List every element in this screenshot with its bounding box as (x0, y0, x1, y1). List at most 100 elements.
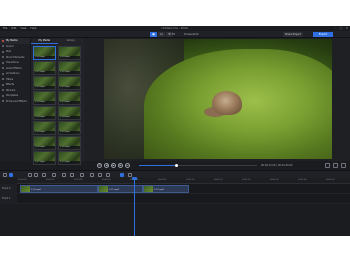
media-thumbnail[interactable]: 1-13.mp4 (33, 91, 56, 105)
thumbnail-caption: 1-14.mp4 (34, 116, 55, 119)
thumbnail-caption: 1-16.mp4 (34, 146, 55, 149)
progress-fill (139, 165, 177, 166)
media-thumbnail[interactable]: 1-17.mp4 (58, 151, 81, 165)
step-forward-icon[interactable]: ▶ (118, 163, 123, 168)
timeline-clip[interactable]: 1-11.mp4 (98, 185, 143, 193)
add-track-icon[interactable] (3, 173, 7, 177)
sidebar-item-label: Audio Effects (6, 66, 22, 70)
play-icon[interactable]: ▶ (111, 163, 116, 168)
media-thumbnail[interactable]: 1-15.mp4 (58, 121, 81, 135)
thumbnail-caption: 1-16.mp4 (59, 146, 80, 149)
preview-panel (84, 38, 350, 161)
skip-back-icon[interactable]: ⏮ (97, 163, 102, 168)
track-header: Track 1 (0, 194, 17, 204)
timecode: 00:00:12.06 / 00:01:40.00 (261, 164, 293, 167)
ruler-tick: 00:00:00 (18, 179, 27, 181)
ruler-tick: 00:01:10 (214, 179, 223, 181)
filter-icon (2, 78, 4, 81)
media-thumbnail[interactable]: 1-12.mp4 (58, 76, 81, 90)
media-tabs: My Media Library (31, 38, 84, 44)
page-background (0, 236, 350, 263)
export-button[interactable]: Export (313, 32, 333, 37)
delete-icon[interactable] (42, 173, 46, 177)
crop-mode-icon[interactable]: ⊡ (158, 32, 165, 37)
split-icon[interactable] (52, 173, 56, 177)
thumbnail-caption: 1-11.mp4 (59, 71, 80, 74)
thumbnail-caption: 1-13.mp4 (34, 101, 55, 104)
track-label: Track 2 (2, 187, 11, 190)
thumbnail-caption: 1-17.mp4 (34, 161, 55, 164)
preview-mode-icon[interactable]: ▣ (150, 32, 157, 37)
text-icon (2, 50, 4, 53)
media-thumbnail[interactable]: 1-11.mp4 (58, 61, 81, 75)
media-thumbnail[interactable]: 1-13.mp4 (58, 91, 81, 105)
transition-icon (2, 61, 4, 64)
editor-window: File Edit View Help Untitled.cmo - Edito… (0, 26, 350, 236)
thumbnail-caption: 1-15.mp4 (59, 131, 80, 134)
folder-icon (2, 39, 4, 42)
step-back-icon[interactable]: ◀ (104, 163, 109, 168)
undo-icon[interactable] (28, 173, 32, 177)
media-thumbnail[interactable]: 1-17.mp4 (33, 151, 56, 165)
zoom-fit-select[interactable]: Fit (172, 31, 175, 38)
share-project-button[interactable]: Share Project (283, 32, 303, 37)
snapshot-icon[interactable] (333, 163, 338, 168)
clip-label: 1-11.mp4 (109, 189, 119, 191)
thumbnail-caption: 1-12.mp4 (34, 86, 55, 89)
redo-icon[interactable] (34, 173, 38, 177)
timeline-clip[interactable]: 1-12.mp4 (143, 185, 189, 193)
thumbnail-caption: 1-12.mp4 (59, 86, 80, 89)
crop-icon[interactable] (62, 173, 66, 177)
clip-label: 1-12.mp4 (154, 189, 164, 191)
media-grid: 1-10.mp4 1-10.mp4 1-11.mp4 1-11.mp4 1-12… (33, 46, 83, 165)
ruler-tick: 00:00:10 (46, 179, 55, 181)
media-thumbnail[interactable]: 1-11.mp4 (33, 61, 56, 75)
media-thumbnail[interactable]: 1-10.mp4 (33, 46, 56, 60)
marker-icon[interactable] (106, 173, 110, 177)
sidebar-item-label: My Media (6, 39, 18, 43)
volume-icon[interactable] (325, 163, 330, 168)
clip-thumbnail (21, 186, 30, 192)
clip-thumbnail (144, 186, 153, 192)
sidebar-item-label: Stock Elements (6, 55, 25, 59)
thumbnail-caption: 1-14.mp4 (59, 116, 80, 119)
thumbnail-caption: 1-17.mp4 (59, 161, 80, 164)
speed-icon[interactable] (70, 173, 74, 177)
audio-icon (2, 67, 4, 70)
skip-forward-icon[interactable]: ⏭ (125, 163, 130, 168)
timeline-clip[interactable]: 1-10.mp4 (20, 185, 98, 193)
media-thumbnail[interactable]: 1-15.mp4 (33, 121, 56, 135)
preview-options (325, 163, 346, 168)
playhead[interactable] (134, 178, 135, 236)
freeze-icon[interactable] (80, 173, 84, 177)
playback-progress-bar[interactable] (139, 164, 257, 167)
track-header: Track 2 (0, 184, 17, 194)
sidebar-item-label: Text (6, 50, 11, 54)
media-thumbnail[interactable]: 1-10.mp4 (58, 46, 81, 60)
video-preview[interactable] (104, 39, 332, 159)
media-thumbnail[interactable]: 1-14.mp4 (58, 106, 81, 120)
stock-icon (2, 56, 4, 59)
media-thumbnail[interactable]: 1-16.mp4 (33, 136, 56, 150)
clip-thumbnail (99, 186, 108, 192)
audio-detach-icon[interactable] (98, 173, 102, 177)
media-thumbnail[interactable]: 1-12.mp4 (33, 76, 56, 90)
media-thumbnail[interactable]: 1-14.mp4 (33, 106, 56, 120)
fullscreen-icon[interactable] (341, 163, 346, 168)
tab-my-media[interactable]: My Media (31, 38, 58, 44)
tab-library[interactable]: Library (58, 38, 85, 44)
sidebar-item-enhanced[interactable]: Enhanced Effects (0, 99, 30, 105)
progress-handle[interactable] (175, 164, 179, 167)
sidebar-item-label: Enhanced Effects (6, 99, 27, 103)
color-icon[interactable] (90, 173, 94, 177)
animation-icon (2, 72, 4, 75)
media-thumbnail[interactable]: 1-16.mp4 (58, 136, 81, 150)
sidebar-item-label: Effects (6, 83, 15, 87)
magnet-icon[interactable] (9, 173, 13, 177)
track-lane[interactable] (17, 194, 350, 204)
zoom-in-icon[interactable] (120, 173, 124, 177)
screenshot-button[interactable]: Screenshot (184, 31, 199, 38)
track-lane[interactable]: 1-10.mp4 1-11.mp4 1-12.mp4 (17, 184, 350, 194)
ruler-tick: 00:01:00 (186, 179, 195, 181)
clip-label: 1-10.mp4 (31, 189, 41, 191)
